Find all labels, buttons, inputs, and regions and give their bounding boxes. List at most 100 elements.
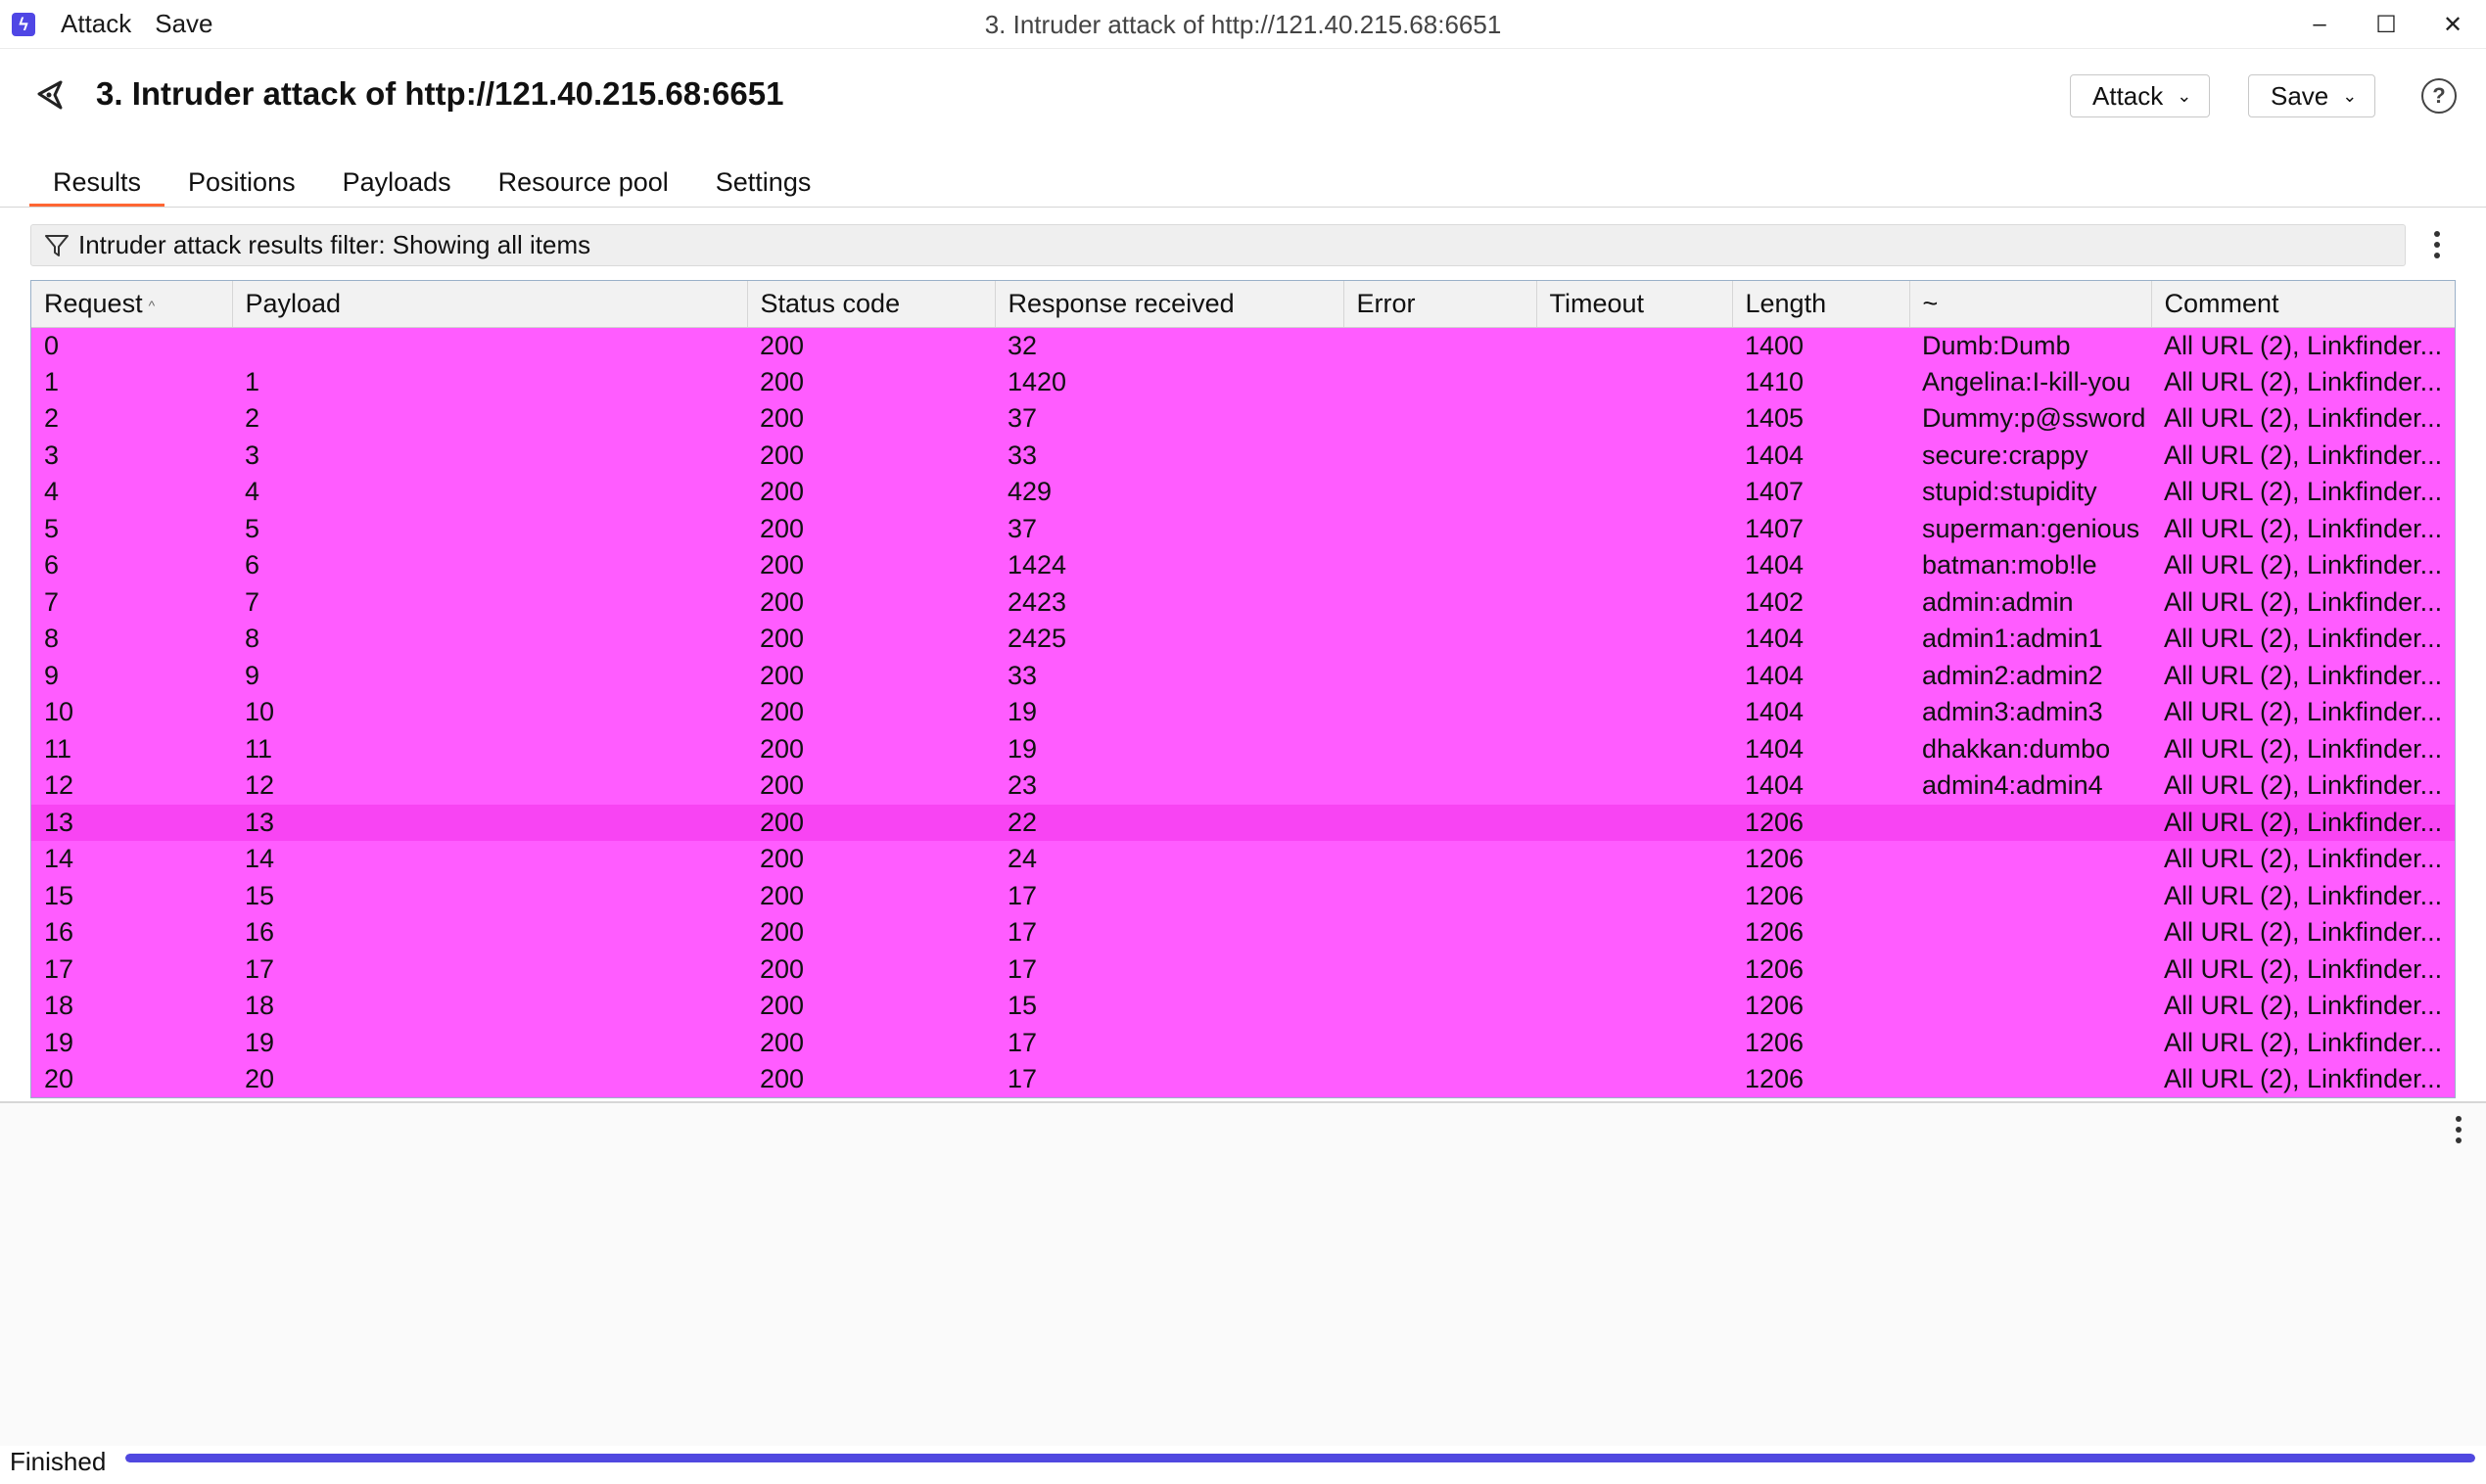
cell-comment: All URL (2), Linkfinder... bbox=[2164, 477, 2443, 507]
cell-request: 20 bbox=[44, 1064, 74, 1094]
cell-extracted: batman:mob!le bbox=[1922, 550, 2097, 580]
save-dropdown-button[interactable]: Save ⌄ bbox=[2248, 74, 2376, 117]
tab-positions[interactable]: Positions bbox=[164, 157, 319, 208]
tab-results[interactable]: Results bbox=[29, 157, 165, 208]
cell-timeout bbox=[1536, 694, 1732, 731]
table-row[interactable]: 8 8 200 2425 1404 admin1:admin1 All URL (2), L… bbox=[31, 621, 2455, 658]
cell-error bbox=[1343, 658, 1536, 695]
cell-extracted: admin:admin bbox=[1922, 586, 2074, 617]
table-row[interactable]: 20 20 200 17 1206 All URL (2), Linkfinder... bbox=[31, 1061, 2455, 1097]
cell-status-code: 200 bbox=[760, 366, 805, 396]
filter-options-kebab-icon[interactable] bbox=[2432, 231, 2442, 258]
table-row[interactable]: 17 17 200 17 1206 All URL (2), Linkfinder... bbox=[31, 951, 2455, 988]
viewer-options-kebab-icon[interactable] bbox=[2454, 1116, 2463, 1143]
cell-request: 18 bbox=[44, 991, 74, 1021]
column-header-error[interactable]: Error bbox=[1343, 281, 1537, 328]
cell-length: 1404 bbox=[1745, 770, 1805, 801]
cell-error bbox=[1343, 327, 1536, 364]
cell-error bbox=[1343, 621, 1536, 658]
cell-timeout bbox=[1536, 658, 1732, 695]
column-header-request[interactable]: Request ^ bbox=[31, 281, 233, 328]
cell-comment: All URL (2), Linkfinder... bbox=[2164, 550, 2443, 580]
attack-header: 3. Intruder attack of http://121.40.215.… bbox=[0, 49, 2486, 145]
cell-payload: 13 bbox=[245, 807, 275, 837]
cell-response-received: 23 bbox=[1008, 770, 1038, 801]
table-row[interactable]: 6 6 200 1424 1404 batman:mob!le All URL (2), L… bbox=[31, 547, 2455, 584]
table-row[interactable]: 0 200 32 1400 Dumb:Dumb All URL (2), Linkfind… bbox=[31, 327, 2455, 364]
cell-error bbox=[1343, 841, 1536, 878]
cell-comment: All URL (2), Linkfinder... bbox=[2164, 733, 2443, 764]
help-icon[interactable]: ? bbox=[2421, 78, 2457, 114]
status-text: Finished bbox=[10, 1446, 107, 1476]
table-row[interactable]: 10 10 200 19 1404 admin3:admin3 All URL (2), L… bbox=[31, 694, 2455, 731]
cell-extracted: admin1:admin1 bbox=[1922, 624, 2103, 654]
cell-payload: 19 bbox=[245, 1027, 275, 1057]
save-button-label: Save bbox=[2271, 80, 2329, 111]
tab-resource-pool[interactable]: Resource pool bbox=[475, 157, 692, 208]
table-row[interactable]: 9 9 200 33 1404 admin2:admin2 All URL (2), Lin… bbox=[31, 657, 2455, 695]
cell-response-received: 33 bbox=[1008, 660, 1038, 690]
cell-payload: 6 bbox=[245, 550, 260, 580]
cell-payload: 10 bbox=[245, 697, 275, 727]
cell-payload: 5 bbox=[245, 513, 260, 543]
table-row[interactable]: 5 5 200 37 1407 superman:genious All URL (2), … bbox=[31, 510, 2455, 547]
minimize-button[interactable]: – bbox=[2286, 0, 2353, 49]
cell-status-code: 200 bbox=[760, 991, 805, 1021]
cell-comment: All URL (2), Linkfinder... bbox=[2164, 807, 2443, 837]
cell-comment: All URL (2), Linkfinder... bbox=[2164, 880, 2443, 910]
column-header-length[interactable]: Length bbox=[1732, 281, 1910, 328]
cell-timeout bbox=[1536, 327, 1732, 364]
cell-status-code: 200 bbox=[760, 440, 805, 470]
cell-request: 10 bbox=[44, 697, 74, 727]
table-row[interactable]: 4 4 200 429 1407 stupid:stupidity All URL (2),… bbox=[31, 474, 2455, 511]
column-header-comment[interactable]: Comment bbox=[2151, 281, 2455, 328]
filter-icon bbox=[45, 234, 69, 256]
table-row[interactable]: 14 14 200 24 1206 All URL (2), Linkfinder... bbox=[31, 841, 2455, 878]
cell-response-received: 19 bbox=[1008, 733, 1038, 764]
cell-length: 1410 bbox=[1745, 366, 1805, 396]
cell-response-received: 1420 bbox=[1008, 366, 1067, 396]
cell-timeout bbox=[1536, 364, 1732, 401]
table-row[interactable]: 2 2 200 37 1405 Dummy:p@ssword All URL (2), Li… bbox=[31, 400, 2455, 438]
cell-payload: 1 bbox=[245, 366, 260, 396]
close-button[interactable]: ✕ bbox=[2419, 0, 2486, 49]
cell-status-code: 200 bbox=[760, 953, 805, 984]
menu-save[interactable]: Save bbox=[155, 9, 212, 39]
column-header-status-code[interactable]: Status code bbox=[747, 281, 996, 328]
cell-status-code: 200 bbox=[760, 697, 805, 727]
column-header-extracted[interactable]: ~ bbox=[1909, 281, 2152, 328]
table-row[interactable]: 16 16 200 17 1206 All URL (2), Linkfinder... bbox=[31, 914, 2455, 951]
maximize-button[interactable]: ☐ bbox=[2353, 0, 2419, 49]
cell-timeout bbox=[1536, 621, 1732, 658]
table-row[interactable]: 1 1 200 1420 1410 Angelina:I-kill-you All URL … bbox=[31, 363, 2455, 401]
table-row[interactable]: 18 18 200 15 1206 All URL (2), Linkfinder... bbox=[31, 988, 2455, 1025]
cell-length: 1206 bbox=[1745, 991, 1805, 1021]
results-filter-bar[interactable]: Intruder attack results filter: Showing … bbox=[30, 224, 2406, 266]
menu-attack[interactable]: Attack bbox=[61, 9, 131, 39]
column-header-timeout[interactable]: Timeout bbox=[1536, 281, 1733, 328]
tab-payloads[interactable]: Payloads bbox=[319, 157, 475, 208]
attack-dropdown-button[interactable]: Attack ⌄ bbox=[2070, 74, 2211, 117]
cell-response-received: 33 bbox=[1008, 440, 1038, 470]
table-header-row: Request ^ Payload Status code Response re… bbox=[31, 281, 2455, 328]
results-table: Request ^ Payload Status code Response re… bbox=[30, 280, 2456, 1098]
cell-request: 16 bbox=[44, 917, 74, 948]
table-row[interactable]: 3 3 200 33 1404 secure:crappy All URL (2), Lin… bbox=[31, 437, 2455, 474]
table-row[interactable]: 7 7 200 2423 1402 admin:admin All URL (2), Lin… bbox=[31, 583, 2455, 621]
table-row[interactable]: 12 12 200 23 1404 admin4:admin4 All URL (2), L… bbox=[31, 767, 2455, 805]
cell-response-received: 17 bbox=[1008, 880, 1038, 910]
table-row[interactable]: 11 11 200 19 1404 dhakkan:dumbo All URL (2), L… bbox=[31, 730, 2455, 767]
tab-settings[interactable]: Settings bbox=[692, 157, 835, 208]
cell-status-code: 200 bbox=[760, 917, 805, 948]
cell-timeout bbox=[1536, 988, 1732, 1025]
table-row[interactable]: 15 15 200 17 1206 All URL (2), Linkfinder... bbox=[31, 877, 2455, 914]
table-row[interactable]: 13 13 200 22 1206 All URL (2), Linkfinder... bbox=[31, 804, 2455, 841]
cell-response-received: 17 bbox=[1008, 1027, 1038, 1057]
cell-length: 1405 bbox=[1745, 403, 1805, 434]
column-header-payload[interactable]: Payload bbox=[232, 281, 748, 328]
column-header-response-received[interactable]: Response received bbox=[995, 281, 1344, 328]
cell-request: 2 bbox=[44, 403, 60, 434]
table-row[interactable]: 19 19 200 17 1206 All URL (2), Linkfinder... bbox=[31, 1024, 2455, 1061]
cell-comment: All URL (2), Linkfinder... bbox=[2164, 770, 2443, 801]
cell-comment: All URL (2), Linkfinder... bbox=[2164, 953, 2443, 984]
